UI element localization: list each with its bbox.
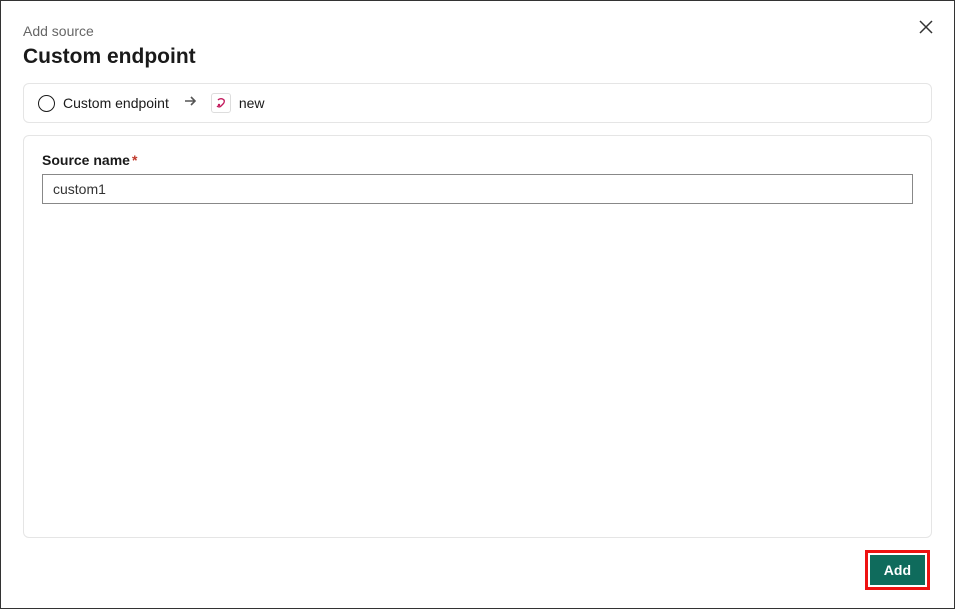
dialog-subtitle: Add source — [23, 23, 932, 39]
breadcrumb-step-1-label: Custom endpoint — [63, 95, 169, 111]
dialog-container: Add source Custom endpoint Custom endpoi… — [1, 1, 954, 608]
form-card: Source name* — [23, 135, 932, 538]
close-button[interactable] — [916, 17, 936, 37]
add-button-highlight: Add — [865, 550, 930, 590]
dialog-title: Custom endpoint — [23, 45, 932, 69]
source-name-label: Source name* — [42, 152, 913, 168]
required-indicator: * — [132, 152, 137, 168]
breadcrumb-step-1[interactable]: Custom endpoint — [38, 95, 169, 112]
breadcrumb-step-2-label: new — [239, 95, 265, 111]
source-name-input[interactable] — [42, 174, 913, 204]
endpoint-icon — [211, 93, 231, 113]
add-button[interactable]: Add — [870, 555, 925, 585]
close-icon — [918, 19, 934, 35]
dialog-footer: Add — [23, 550, 932, 598]
arrow-right-icon — [183, 94, 197, 113]
circle-icon — [38, 95, 55, 112]
breadcrumb: Custom endpoint new — [23, 83, 932, 123]
breadcrumb-step-2[interactable]: new — [211, 93, 265, 113]
